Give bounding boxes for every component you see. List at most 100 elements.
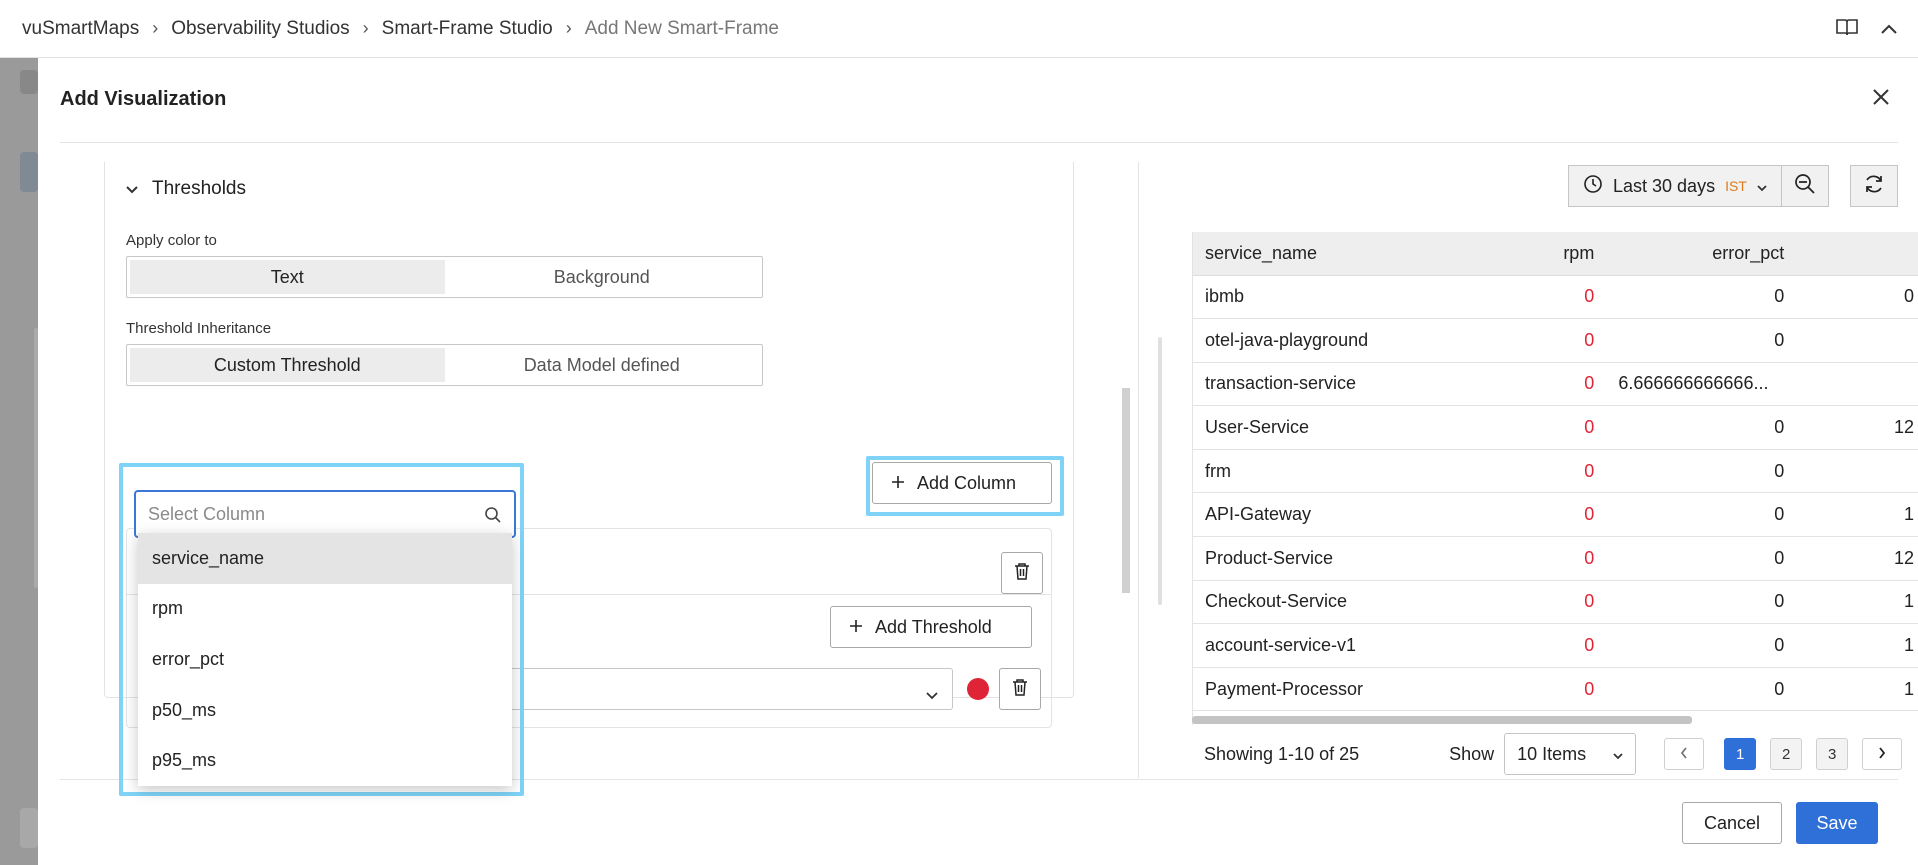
column-search-input[interactable] [148,503,478,525]
save-button[interactable]: Save [1796,802,1878,844]
table-row[interactable]: frm 0 0 [1193,449,1918,494]
background-ghost [20,152,38,192]
previous-page-button[interactable] [1664,738,1705,770]
breadcrumb-current: Add New Smart-Frame [584,17,779,39]
add-column-button[interactable]: Add Column [872,462,1052,504]
add-threshold-label: Add Threshold [875,616,992,637]
column-header[interactable] [1788,232,1918,276]
page-size-select[interactable]: 10 Items [1504,733,1637,775]
table-cell: account-service-v1 [1193,623,1523,668]
table-cell: 0 [1522,492,1599,538]
chevron-right-icon [1878,746,1886,763]
inheritance-option-custom[interactable]: Custom Threshold [130,348,445,382]
book-icon[interactable] [1836,18,1858,41]
column-option[interactable]: p95_ms [138,735,512,786]
table-header-row: service_name rpm error_pct [1193,232,1918,276]
modal-divider [60,142,1898,143]
column-option[interactable]: service_name [138,533,512,584]
zoom-out-button[interactable] [1781,165,1829,207]
table-row[interactable]: ibmb 0 0 0 [1193,275,1918,320]
table-cell: 0 [1522,623,1599,668]
apply-color-option-text[interactable]: Text [130,260,445,294]
time-range-picker[interactable]: Last 30 days IST [1568,165,1782,207]
page-button-2[interactable]: 2 [1770,738,1803,770]
table-cell: frm [1193,449,1523,494]
column-option[interactable]: rpm [138,584,512,635]
thresholds-section-header[interactable]: Thresholds [126,178,246,200]
table-row[interactable]: API-Gateway 0 0 1 [1193,492,1918,538]
table-cell: 0 [1788,275,1918,320]
apply-color-segmented-control: Text Background [126,256,763,298]
table-horizontal-scrollbar[interactable] [1192,716,1692,724]
apply-color-option-background[interactable]: Background [445,260,760,294]
table-cell: 0 [1598,318,1789,363]
table-row[interactable]: User-Service 0 0 12 [1193,405,1918,450]
page-button-3[interactable]: 3 [1816,738,1849,770]
page-button-1[interactable]: 1 [1724,738,1757,770]
table-cell: 0 [1522,362,1599,407]
column-option[interactable]: error_pct [138,634,512,685]
page-size-value: 10 Items [1517,743,1587,764]
background-ghost [20,808,38,848]
threshold-condition-select[interactable] [500,668,953,710]
table-row[interactable]: transaction-service 0 6.666666666666... [1193,362,1918,407]
table-row[interactable]: otel-java-playground 0 0 [1193,318,1918,363]
refresh-button[interactable] [1850,165,1898,207]
breadcrumb-item-vusmartmaps[interactable]: vuSmartMaps [22,18,139,40]
close-icon[interactable] [1872,88,1890,111]
trash-icon [1014,562,1030,585]
table-row[interactable]: Checkout-Service 0 0 1 [1193,580,1918,625]
table-cell: ibmb [1193,275,1523,320]
table-cell: 0 [1522,275,1599,320]
table-row[interactable]: account-service-v1 0 0 1 [1193,623,1918,668]
table-cell: Product-Service [1193,536,1523,581]
threshold-color-swatch[interactable] [967,678,989,700]
table-cell [1788,318,1918,363]
add-threshold-button[interactable]: Add Threshold [830,606,1032,648]
chevron-down-icon [926,684,938,705]
table-cell: 0 [1598,449,1789,494]
table-cell [1788,449,1918,494]
threshold-inheritance-segmented-control: Custom Threshold Data Model defined [126,344,763,386]
table-cell: 0 [1522,449,1599,494]
top-bar: vuSmartMaps › Observability Studios › Sm… [0,0,1918,58]
config-pane-scrollbar[interactable] [1122,388,1130,593]
table-cell: otel-java-playground [1193,318,1523,363]
chevron-down-icon [1757,176,1767,197]
column-header[interactable]: rpm [1522,232,1599,276]
table-row[interactable]: Product-Service 0 0 12 [1193,536,1918,581]
plus-icon [849,617,863,638]
table-cell: transaction-service [1193,362,1523,407]
table-cell: 1 [1788,667,1918,712]
next-page-button[interactable] [1862,738,1903,770]
table-cell: 0 [1598,492,1789,538]
chevron-right-icon: › [565,18,572,38]
table-cell: 6.666666666666... [1598,362,1789,407]
time-range-group: Last 30 days IST [1568,165,1829,207]
chevron-right-icon: › [362,18,369,38]
column-select-input-wrapper[interactable] [134,490,516,538]
table-cell: 0 [1522,536,1599,581]
preview-scrollbar[interactable] [1158,337,1162,605]
inheritance-option-data-model[interactable]: Data Model defined [445,348,760,382]
column-dropdown-list: service_name rpm error_pct p50_ms p95_ms [138,533,512,786]
table-cell: Checkout-Service [1193,580,1523,625]
page-size-label: Show [1449,743,1495,764]
column-option[interactable]: p50_ms [138,685,512,736]
table-cell: 0 [1598,536,1789,581]
zoom-out-icon [1794,173,1816,200]
add-column-label: Add Column [917,472,1017,493]
time-range-label: Last 30 days [1613,175,1716,196]
plus-icon [891,473,905,494]
column-header[interactable]: error_pct [1598,232,1789,276]
breadcrumb-item-smart-frame-studio[interactable]: Smart-Frame Studio [382,18,553,40]
cancel-button[interactable]: Cancel [1682,802,1782,844]
table-row[interactable]: Payment-Processor 0 0 1 [1193,667,1918,712]
delete-threshold-button[interactable] [999,668,1041,710]
chevron-up-icon[interactable] [1880,19,1898,40]
column-header[interactable]: service_name [1193,232,1523,276]
breadcrumb-item-observability-studios[interactable]: Observability Studios [171,18,349,40]
delete-column-button[interactable] [1001,552,1043,594]
pagination-summary: Showing 1-10 of 25 [1204,743,1360,764]
chevron-down-icon [126,178,138,200]
